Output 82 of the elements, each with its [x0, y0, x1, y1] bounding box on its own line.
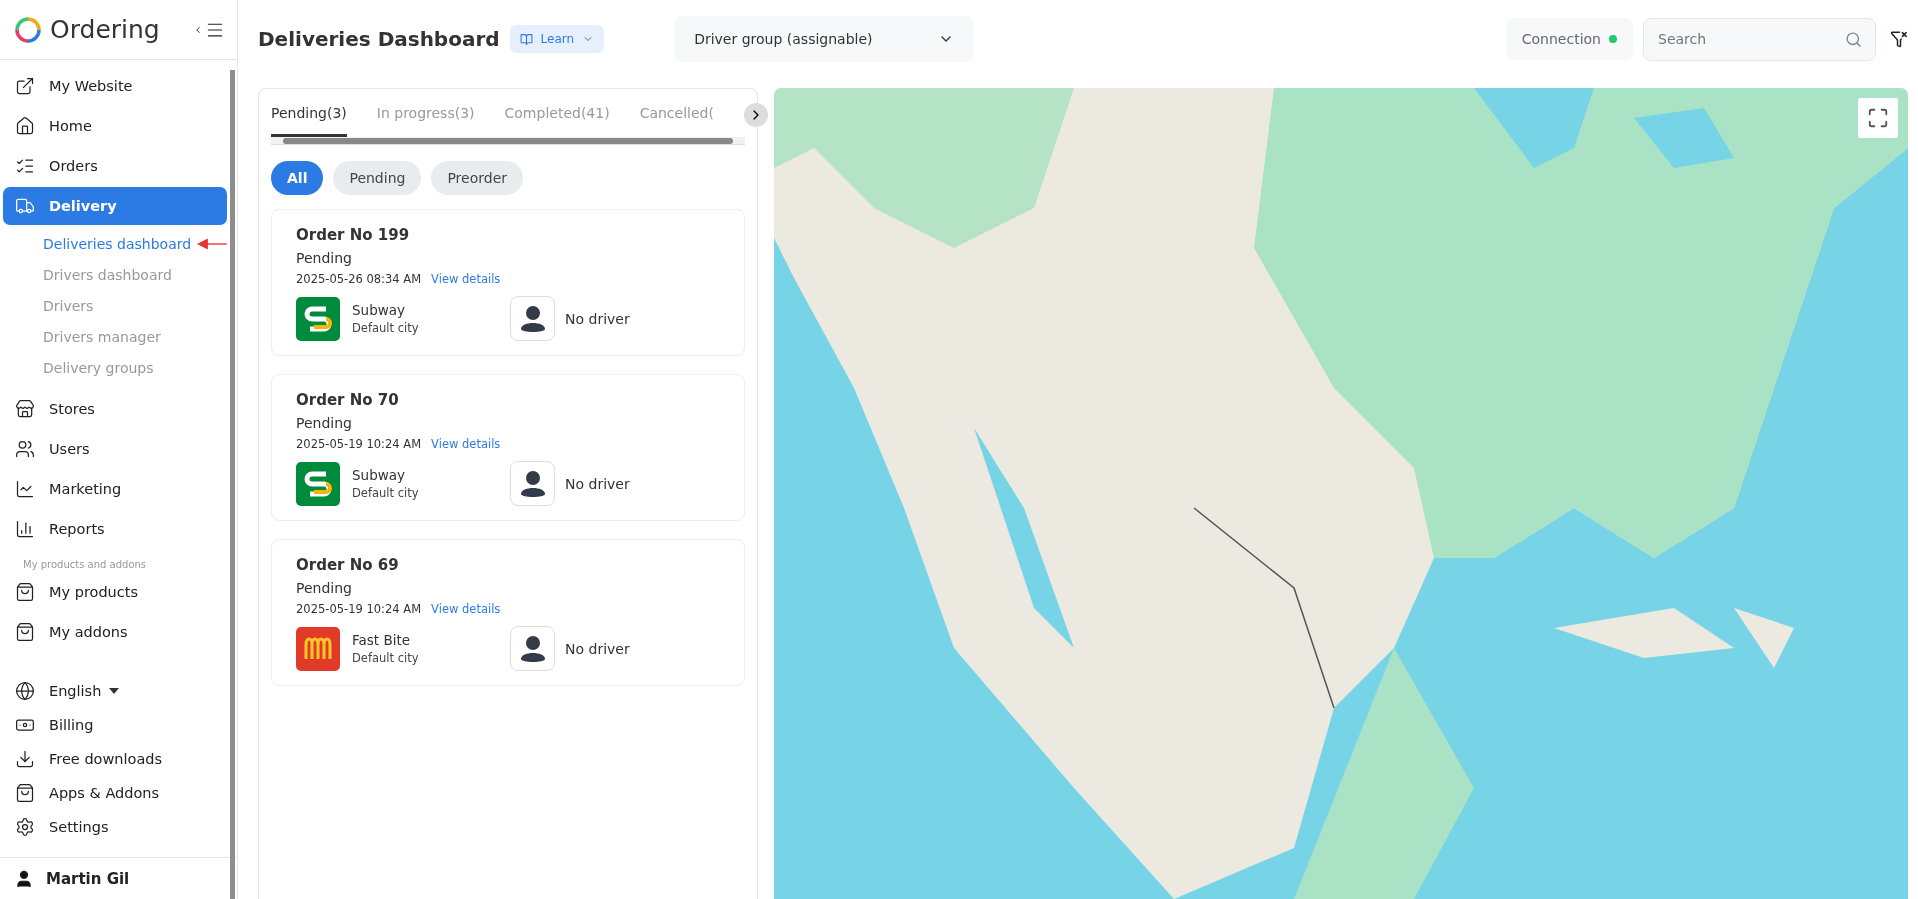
bag-icon — [15, 783, 35, 803]
page-title: Deliveries Dashboard — [258, 27, 500, 51]
store-city: Default city — [352, 321, 419, 335]
download-icon — [15, 749, 35, 769]
person-icon — [519, 304, 546, 333]
order-title: Order No 199 — [296, 226, 411, 244]
connection-label: Connection — [1521, 31, 1601, 47]
filter-chip[interactable]: Preorder — [431, 161, 523, 195]
external-link-icon — [15, 76, 35, 96]
bag-icon — [15, 622, 35, 642]
book-icon — [519, 32, 533, 46]
collapse-caret-icon[interactable] — [193, 24, 203, 35]
order-status: Pending — [296, 415, 353, 431]
nav-item[interactable]: Apps & Addons — [3, 776, 227, 810]
store-city: Default city — [352, 486, 419, 500]
search-field[interactable]: Search — [1643, 17, 1876, 61]
store-name: Subway — [352, 467, 406, 483]
fullscreen-button[interactable] — [1858, 98, 1898, 138]
users-icon — [15, 439, 35, 459]
brand-name: Ordering — [50, 15, 161, 44]
caret-icon — [109, 688, 120, 694]
learn-button[interactable]: Learn — [509, 25, 605, 53]
user-name[interactable]: Martin Gil — [46, 869, 130, 888]
store-name: Fast Bite — [352, 632, 412, 648]
store-logo-icon — [296, 626, 340, 671]
nav-item[interactable]: Home — [3, 107, 227, 145]
nav-item[interactable]: Users — [3, 430, 227, 468]
view-details-link[interactable]: View details — [431, 272, 501, 286]
store-icon — [15, 399, 35, 419]
truck-icon — [15, 196, 35, 216]
settings-icon — [15, 817, 35, 837]
order-date: 2025-05-19 10:24 AM — [296, 437, 422, 451]
nav-item[interactable]: Billing — [3, 708, 227, 742]
driver-name: No driver — [565, 640, 630, 657]
order-title: Order No 70 — [296, 391, 400, 409]
view-details-link[interactable]: View details — [431, 602, 501, 616]
bar-chart-icon — [15, 519, 35, 539]
search-icon — [1845, 30, 1862, 48]
driver-group-select[interactable]: Driver group (assignable) — [674, 16, 975, 62]
home-icon — [15, 116, 35, 136]
view-details-link[interactable]: View details — [431, 437, 501, 451]
language-dropdown[interactable]: English — [3, 674, 227, 708]
scrollbar[interactable] — [230, 70, 235, 899]
order-status: Pending — [296, 580, 353, 596]
horizontal-scrollbar[interactable] — [271, 137, 745, 145]
logo-icon — [14, 15, 42, 44]
user-icon — [14, 868, 34, 889]
person-icon — [519, 634, 546, 663]
store-logo-icon — [296, 296, 340, 341]
order-title: Order No 69 — [296, 556, 400, 574]
order-card[interactable]: Order No 70 Pending 2025-05-19 10:24 AM View details Subway Default city No driver — [271, 374, 745, 521]
section-label: My products and addons — [22, 558, 148, 572]
nav-item[interactable]: My Website — [3, 67, 227, 105]
next-tab-button[interactable] — [743, 103, 768, 127]
nav-item[interactable]: Orders — [3, 147, 227, 185]
store-name: Subway — [352, 302, 406, 318]
order-card[interactable]: Order No 199 Pending 2025-05-26 08:34 AM View details Subway Default city No driver — [271, 209, 745, 356]
nav-item[interactable]: Stores — [3, 390, 227, 428]
driver-name: No driver — [565, 475, 630, 492]
filter-chip[interactable]: All — [271, 161, 324, 195]
line-chart-icon — [15, 479, 35, 499]
nav-item[interactable]: Free downloads — [3, 742, 227, 776]
filter-chip[interactable]: Pending — [333, 161, 422, 195]
driver-name: No driver — [565, 310, 630, 327]
order-status: Pending — [296, 250, 353, 266]
nav-item[interactable]: Settings — [3, 810, 227, 844]
order-date: 2025-05-19 10:24 AM — [296, 602, 422, 616]
nav-item[interactable]: My addons — [3, 613, 227, 651]
person-icon — [519, 469, 546, 498]
filter-clear-icon[interactable] — [1890, 30, 1908, 48]
bag-icon — [15, 582, 35, 602]
store-city: Default city — [352, 651, 419, 665]
nav-item[interactable]: Delivery — [3, 187, 227, 225]
nav-subitem[interactable]: Deliveries dashboard — [43, 228, 192, 259]
fullscreen-icon — [1867, 107, 1889, 129]
order-date: 2025-05-26 08:34 AM — [296, 272, 422, 286]
store-logo-icon — [296, 461, 340, 506]
globe-icon — [15, 681, 35, 701]
nav-item[interactable]: Marketing — [3, 470, 227, 508]
order-card[interactable]: Order No 69 Pending 2025-05-19 10:24 AM View details Fast Bite Default city No driver — [271, 539, 745, 686]
nav-item[interactable]: My products — [3, 573, 227, 611]
nav-item[interactable]: Reports — [3, 510, 227, 548]
